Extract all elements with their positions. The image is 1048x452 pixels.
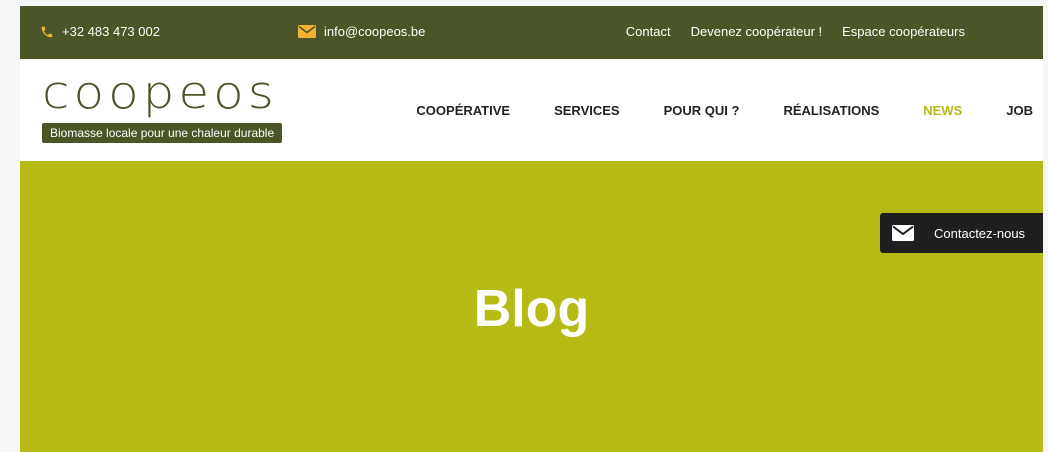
phone-icon [41, 26, 53, 37]
nav-item-job[interactable]: JOB [1006, 103, 1033, 118]
site-header: coopeos Biomasse locale pour une chaleur… [20, 59, 1043, 161]
hero-banner: Blog Contactez-nous [20, 161, 1043, 452]
top-bar: +32 483 473 002 info@coopeos.be Contact … [20, 6, 1043, 59]
mail-icon [298, 25, 316, 38]
contact-us-label: Contactez-nous [934, 225, 1026, 241]
topbar-links: Contact Devenez coopérateur ! Espace coo… [626, 24, 965, 39]
page-frame: +32 483 473 002 info@coopeos.be Contact … [20, 6, 1043, 452]
phone-number: +32 483 473 002 [62, 24, 160, 39]
main-nav: COOPÉRATIVE SERVICES POUR QUI ? RÉALISAT… [416, 103, 1033, 118]
phone-contact[interactable]: +32 483 473 002 [40, 24, 160, 39]
contact-link[interactable]: Contact [626, 24, 671, 39]
logo-wordmark: coopeos [42, 66, 278, 119]
email-contact[interactable]: info@coopeos.be [298, 24, 425, 39]
logo[interactable]: coopeos Biomasse locale pour une chaleur… [42, 66, 283, 143]
logo-tagline: Biomasse locale pour une chaleur durable [42, 123, 283, 143]
mail-icon [892, 225, 914, 241]
email-address: info@coopeos.be [324, 24, 426, 39]
page-title: Blog [473, 280, 590, 338]
nav-item-realisations[interactable]: RÉALISATIONS [783, 103, 879, 118]
nav-item-news[interactable]: NEWS [923, 103, 962, 118]
nav-item-cooperative[interactable]: COOPÉRATIVE [416, 103, 510, 118]
nav-item-services[interactable]: SERVICES [554, 103, 620, 118]
become-cooperator-link[interactable]: Devenez coopérateur ! [691, 24, 823, 39]
cooperator-space-link[interactable]: Espace coopérateurs [842, 24, 965, 39]
nav-item-pour-qui[interactable]: POUR QUI ? [664, 103, 740, 118]
contact-us-button[interactable]: Contactez-nous [880, 213, 1043, 253]
